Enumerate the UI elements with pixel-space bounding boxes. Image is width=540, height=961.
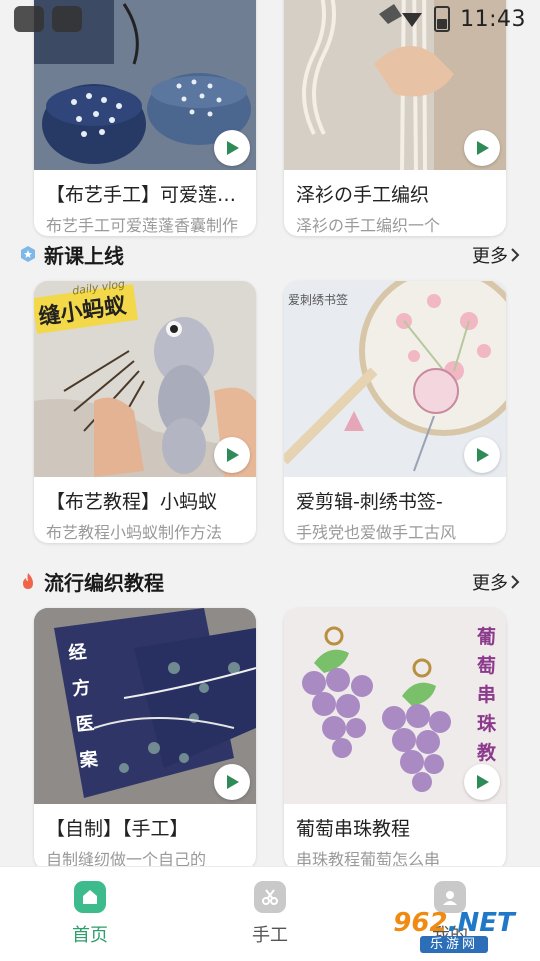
grape-char: 珠 xyxy=(476,713,496,735)
section-header-new-courses: 新课上线 更多 xyxy=(0,234,540,274)
course-card[interactable]: 葡 萄 串 珠 教 程 葡萄串珠教程 串珠教程葡萄怎么串 xyxy=(284,608,506,870)
book-char: 医 xyxy=(74,713,96,736)
play-button[interactable] xyxy=(214,764,250,800)
play-button[interactable] xyxy=(214,437,250,473)
grape-char: 葡 xyxy=(476,626,496,648)
thumbnail-caption: 爱刺绣书签 xyxy=(288,293,349,307)
grape-char: 教 xyxy=(476,742,496,764)
course-card[interactable]: 爱刺绣书签 爱剪辑-刺绣书签- 手残党也爱做手工古风 xyxy=(284,281,506,543)
course-title: 【自制】【手工】 xyxy=(46,818,189,840)
nav-item-home[interactable]: 首页 xyxy=(50,881,130,947)
book-char: 经 xyxy=(67,641,88,665)
status-bar: 11:43 xyxy=(400,6,526,32)
course-thumbnail: 葡 萄 串 珠 教 程 xyxy=(284,608,506,804)
play-icon xyxy=(477,775,489,789)
more-link[interactable]: 更多 xyxy=(472,242,520,268)
course-subtitle: 泽衫の手工编织一个 xyxy=(296,216,441,235)
course-card[interactable]: 泽衫の手工编织 泽衫の手工编织一个 xyxy=(284,0,506,236)
play-icon xyxy=(227,448,239,462)
course-title: 爱剪辑-刺绣书签- xyxy=(296,491,443,513)
grape-char: 萄 xyxy=(476,655,496,677)
signal-icon xyxy=(402,13,423,27)
site-watermark-logo: 962.NET 乐游网 xyxy=(378,906,530,956)
play-button[interactable] xyxy=(214,130,250,166)
play-icon xyxy=(227,775,239,789)
play-icon xyxy=(227,141,239,155)
book-char: 方 xyxy=(71,677,92,700)
nav-label: 首页 xyxy=(72,925,108,946)
course-card[interactable]: 经 方 医 案 【自制】【手工】 自制缝纫做一个自己的 xyxy=(34,608,256,870)
chevron-right-icon xyxy=(511,248,520,262)
course-title: 【布艺教程】小蚂蚁 xyxy=(46,491,218,513)
status-time: 11:43 xyxy=(460,6,526,32)
status-notifications xyxy=(14,6,82,32)
section-title: 新课上线 xyxy=(44,244,124,268)
play-button[interactable] xyxy=(464,437,500,473)
section-header-popular-knitting: 流行编织教程 更多 xyxy=(0,561,540,601)
course-thumbnail: 缝小蚂蚁 daily vlog xyxy=(34,281,256,477)
play-button[interactable] xyxy=(464,130,500,166)
watermark-text: 乐游网 xyxy=(419,935,488,953)
play-icon xyxy=(477,141,489,155)
course-title: 葡萄串珠教程 xyxy=(296,818,411,840)
course-card[interactable]: 缝小蚂蚁 daily vlog 【布艺教程】小蚂蚁 布艺教程小蚂蚁制作方法 xyxy=(34,281,256,543)
book-char: 案 xyxy=(78,748,99,772)
nav-label: 手工 xyxy=(252,925,288,946)
section-title: 流行编织教程 xyxy=(44,571,164,595)
course-subtitle: 布艺教程小蚂蚁制作方法 xyxy=(46,523,223,542)
play-button[interactable] xyxy=(464,764,500,800)
notification-icon xyxy=(14,6,44,32)
watermark-number: 962 xyxy=(393,907,448,938)
course-thumbnail: 爱刺绣书签 xyxy=(284,281,506,477)
course-title: 泽衫の手工编织 xyxy=(296,184,430,206)
play-icon xyxy=(477,448,489,462)
star-badge-icon xyxy=(21,246,35,262)
course-subtitle: 手残党也爱做手工古风 xyxy=(296,523,457,542)
nav-item-handcraft[interactable]: 手工 xyxy=(230,881,310,947)
chevron-right-icon xyxy=(511,575,520,589)
course-card[interactable]: 【布艺手工】可爱莲蓬香囊 布艺手工可爱莲蓬香囊制作 xyxy=(34,0,256,236)
more-label: 更多 xyxy=(472,573,508,594)
course-thumbnail: 经 方 医 案 xyxy=(34,608,256,804)
course-subtitle: 布艺手工可爱莲蓬香囊制作 xyxy=(46,216,239,235)
battery-icon xyxy=(434,6,451,32)
course-title: 【布艺手工】可爱莲蓬香囊 xyxy=(46,184,256,206)
more-label: 更多 xyxy=(472,246,508,267)
fire-icon xyxy=(23,573,33,589)
grape-char: 串 xyxy=(476,684,496,706)
scissors-icon xyxy=(254,881,286,913)
watermark-suffix: .NET xyxy=(447,907,515,938)
home-icon xyxy=(74,881,106,913)
more-link[interactable]: 更多 xyxy=(472,569,520,595)
notification-icon xyxy=(52,6,82,32)
